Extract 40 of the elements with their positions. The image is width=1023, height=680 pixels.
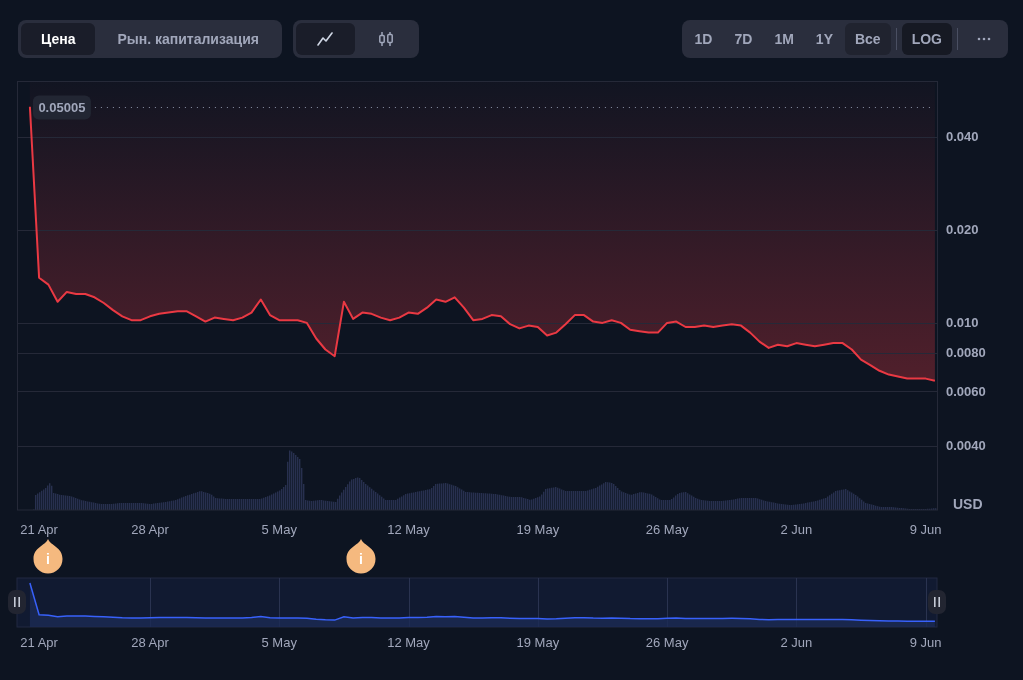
x-axis-label: 21 Apr [20,521,58,537]
range-handle[interactable] [928,590,946,614]
navigator-date-label: 28 Apr [131,634,169,650]
more-icon [977,37,991,41]
x-axis-label: 28 Apr [131,521,169,537]
line-chart-icon [317,32,334,46]
y-axis-label: 0.010 [946,315,979,331]
view-tab[interactable]: Цена [21,23,96,55]
range-button[interactable]: Все [844,23,891,55]
view-tab[interactable]: Рын. капитализация [97,23,279,55]
navigator-date-label: 5 May [261,634,297,650]
y-axis-label: 0.0040 [946,438,986,454]
candlestick-icon [378,31,395,47]
y-axis-label: 0.020 [946,222,979,238]
chart-type-tab[interactable] [295,23,355,55]
currency-label: USD [953,496,983,512]
grip-icon [14,597,20,607]
navigator-date-label: 26 May [645,634,689,650]
range-button[interactable]: 7D [724,23,763,55]
grip-icon [934,597,940,607]
y-axis-label: 0.0080 [946,345,986,361]
x-axis-label: 26 May [645,521,689,537]
ref-line-label: 0.05005 [38,100,86,115]
range-handle[interactable] [8,590,26,614]
navigator-date-label: 9 Jun [909,634,942,650]
navigator-date-label: 12 May [387,634,430,650]
range-button[interactable]: 1M [764,23,804,55]
y-axis-label: 0.0060 [946,383,986,399]
log-scale-toggle[interactable]: LOG [901,23,952,55]
x-axis-label: 12 May [387,521,430,537]
range-button[interactable]: 1D [684,23,723,55]
y-axis-label: 0.040 [946,129,979,145]
x-axis-label: 2 Jun [780,521,813,537]
navigator-date-label: 21 Apr [20,634,58,650]
navigator-date-label: 2 Jun [780,634,813,650]
navigator-date-label: 19 May [516,634,560,650]
range-button[interactable]: 1Y [805,23,843,55]
x-axis-label: 5 May [261,521,297,537]
x-axis-label: 9 Jun [909,521,942,537]
x-axis-label: 19 May [516,521,560,537]
